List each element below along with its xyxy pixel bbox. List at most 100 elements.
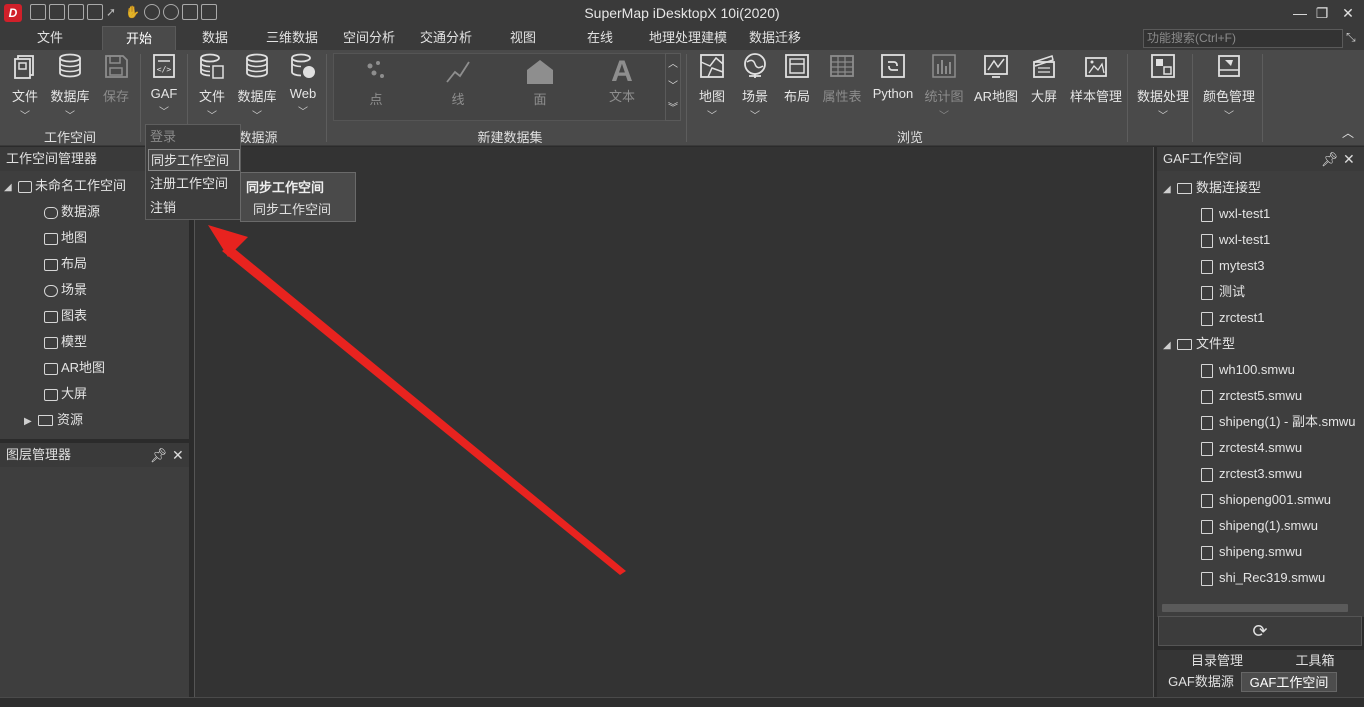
workspace-file-icon — [1201, 311, 1213, 326]
chevron-up-icon[interactable]: ︿ — [666, 54, 680, 76]
ribbon-collapse-icon[interactable]: ︿ — [1342, 124, 1354, 141]
tree-file-item[interactable]: zrctest3.smwu — [1201, 463, 1302, 485]
browse-attribute-table-button[interactable]: 属性表 — [820, 52, 864, 105]
tab-file[interactable]: 文件 — [24, 26, 76, 50]
chevron-down-icon: ﹀ — [298, 107, 308, 118]
tab-toolbox[interactable]: 工具箱 — [1293, 651, 1337, 671]
tree-db-item[interactable]: zrctest1 — [1201, 307, 1265, 329]
tab-traffic-analysis[interactable]: 交通分析 — [413, 26, 479, 50]
group-separator — [686, 54, 687, 142]
gaf-button[interactable]: </> GAF ﹀ — [142, 52, 186, 118]
tab-spatial-analysis[interactable]: 空间分析 — [336, 26, 402, 50]
datasource-file-button[interactable]: 文件 ﹀ — [190, 52, 234, 122]
tab-gaf-workspace[interactable]: GAF工作空间 — [1241, 672, 1337, 692]
caret-right-icon[interactable]: ▶ — [24, 411, 38, 433]
tab-3d-data[interactable]: 三维数据 — [258, 26, 326, 50]
tree-file-item[interactable]: shipeng(1).smwu — [1201, 515, 1318, 537]
caret-down-icon[interactable]: ◢ — [1163, 179, 1177, 201]
tree-item-chart[interactable]: 图表 — [44, 305, 87, 327]
gaf-workspace-panel: GAF工作空间 📌︎ ✕ ◢ 数据连接型 wxl-test1 wxl-test1 … — [1157, 147, 1364, 617]
restore-button[interactable]: ❐ — [1310, 2, 1334, 24]
tree-db-item[interactable]: wxl-test1 — [1201, 229, 1270, 251]
gaf-workspace-title: GAF工作空间 📌︎ ✕ — [1157, 147, 1364, 171]
tree-db-item[interactable]: 测试 — [1201, 281, 1245, 303]
tree-file-group[interactable]: ◢ 文件型 — [1163, 333, 1235, 355]
pin-icon[interactable]: 📌︎ — [1321, 147, 1339, 171]
expand-icon[interactable]: ⤡ — [1346, 30, 1356, 45]
tree-file-item[interactable]: zrctest4.smwu — [1201, 437, 1302, 459]
chevron-down-icon[interactable]: ﹀ — [666, 76, 680, 98]
tree-db-item[interactable]: mytest3 — [1201, 255, 1265, 277]
workspace-database-button[interactable]: 数据库 ﹀ — [48, 52, 92, 122]
caret-down-icon[interactable]: ◢ — [4, 177, 18, 199]
workspace-file-icon — [1201, 467, 1213, 482]
tree-file-item[interactable]: wh100.smwu — [1201, 359, 1295, 381]
browse-python-button[interactable]: Python — [871, 52, 915, 101]
gallery-more-icon[interactable]: ︾ — [666, 98, 680, 120]
refresh-button[interactable]: ⟳ — [1158, 616, 1362, 646]
data-process-button[interactable]: 数据处理 ﹀ — [1133, 52, 1193, 122]
browse-layout-button[interactable]: 布局 — [775, 52, 819, 105]
tree-db-item[interactable]: wxl-test1 — [1201, 203, 1270, 225]
menu-item-login[interactable]: 登录 — [148, 126, 240, 148]
tab-gaf-datasource[interactable]: GAF数据源 — [1165, 672, 1237, 692]
pin-icon[interactable]: 📌︎ — [150, 443, 168, 467]
tree-item-datasource[interactable]: 数据源 — [44, 201, 100, 223]
minimize-button[interactable]: — — [1288, 2, 1312, 24]
workspace-file-button[interactable]: 文件 ﹀ — [3, 52, 47, 122]
tree-workspace-root[interactable]: ◢ 未命名工作空间 — [4, 175, 126, 197]
tab-geoprocessing[interactable]: 地理处理建模 — [644, 26, 732, 50]
new-line-dataset-button[interactable]: 线 — [428, 58, 488, 108]
tree-item-map[interactable]: 地图 — [44, 227, 87, 249]
menu-item-register-workspace[interactable]: 注册工作空间 — [148, 173, 240, 195]
caret-down-icon[interactable]: ◢ — [1163, 335, 1177, 357]
close-button[interactable]: ✕ — [1336, 2, 1360, 24]
horizontal-scrollbar[interactable] — [1162, 604, 1348, 612]
tree-item-layout[interactable]: 布局 — [44, 253, 87, 275]
gallery-scroll[interactable]: ︿ ﹀ ︾ — [665, 53, 681, 121]
tab-data[interactable]: 数据 — [190, 26, 240, 50]
tree-item-scene[interactable]: 场景 — [44, 279, 87, 301]
workspace-file-icon — [1201, 363, 1213, 378]
workspace-file-icon — [1201, 441, 1213, 456]
browse-sample-manage-button[interactable]: 样本管理 — [1066, 52, 1126, 105]
new-region-dataset-button[interactable]: 面 — [510, 58, 570, 108]
tree-file-item[interactable]: shi_Rec319.smwu — [1201, 567, 1325, 589]
web-database-icon — [291, 53, 315, 78]
datasource-web-button[interactable]: Web ﹀ — [281, 52, 325, 118]
folder-open-icon — [1177, 339, 1192, 351]
layer-manager-title: 图层管理器 📌︎ ✕ — [0, 443, 189, 467]
menu-item-sync-workspace[interactable]: 同步工作空间 — [148, 149, 240, 171]
new-point-dataset-button[interactable]: 点 — [346, 58, 406, 108]
browse-scene-button[interactable]: 场景 ﹀ — [733, 52, 777, 122]
workspace-save-button[interactable]: 保存 — [94, 52, 138, 105]
region-icon — [527, 60, 553, 84]
tree-file-item[interactable]: shipeng(1) - 副本.smwu — [1201, 411, 1356, 433]
tree-file-item[interactable]: zrctest5.smwu — [1201, 385, 1302, 407]
datasource-database-button[interactable]: 数据库 ﹀ — [235, 52, 279, 122]
browse-map-button[interactable]: 地图 ﹀ — [690, 52, 734, 122]
point-icon — [367, 61, 384, 78]
tree-file-item[interactable]: shiopeng001.smwu — [1201, 489, 1331, 511]
function-search-input[interactable]: 功能搜索(Ctrl+F) — [1143, 29, 1343, 48]
tree-item-ar-map[interactable]: AR地图 — [44, 357, 105, 379]
color-manage-button[interactable]: 颜色管理 ﹀ — [1199, 52, 1259, 122]
tab-start[interactable]: 开始 — [102, 26, 176, 50]
tab-view[interactable]: 视图 — [498, 26, 548, 50]
new-text-dataset-button[interactable]: A 文本 — [592, 57, 652, 105]
tree-item-model[interactable]: 模型 — [44, 331, 87, 353]
close-icon[interactable]: ✕ — [172, 443, 184, 467]
close-icon[interactable]: ✕ — [1343, 147, 1355, 171]
browse-ar-map-button[interactable]: AR地图 — [974, 52, 1018, 105]
tab-data-migration[interactable]: 数据迁移 — [744, 26, 806, 50]
tab-catalog[interactable]: 目录管理 — [1185, 651, 1249, 671]
menu-item-logout[interactable]: 注销 — [148, 197, 240, 219]
browse-statistics-button[interactable]: 统计图 ﹀ — [922, 52, 966, 122]
tree-db-group[interactable]: ◢ 数据连接型 — [1163, 177, 1261, 199]
browse-big-screen-button[interactable]: 大屏 — [1022, 52, 1066, 105]
tree-item-big-screen[interactable]: 大屏 — [44, 383, 87, 405]
tab-online[interactable]: 在线 — [575, 26, 625, 50]
tree-file-item[interactable]: shipeng.smwu — [1201, 541, 1302, 563]
chevron-down-icon: ﹀ — [750, 111, 760, 122]
tree-item-resources[interactable]: ▶ 资源 — [24, 409, 83, 431]
